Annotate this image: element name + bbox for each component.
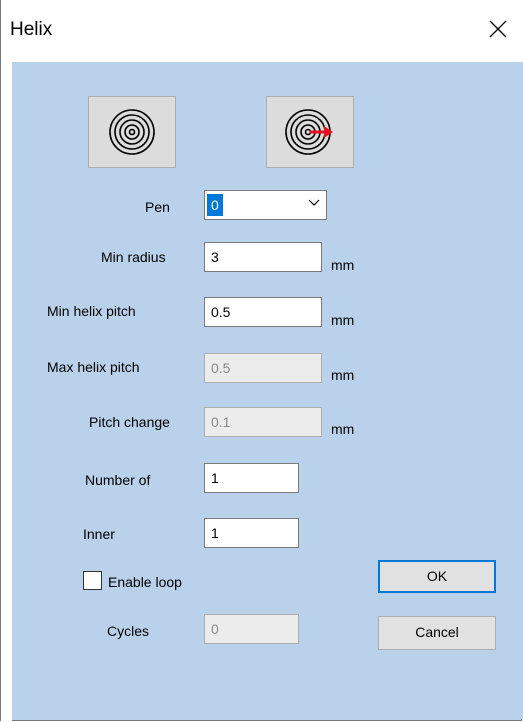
left-border <box>1 62 12 721</box>
pitch-change-field[interactable]: 0.1 <box>204 407 322 437</box>
inner-field[interactable]: 1 <box>204 518 299 548</box>
pen-value: 0 <box>207 194 223 216</box>
number-of-field[interactable]: 1 <box>204 463 299 493</box>
pitch-change-label: Pitch change <box>89 414 170 430</box>
max-helix-pitch-label: Max helix pitch <box>47 359 140 375</box>
pen-label: Pen <box>145 199 170 215</box>
min-helix-pitch-unit: mm <box>331 312 355 328</box>
pen-select[interactable]: 0 <box>204 190 327 220</box>
enable-loop-checkbox[interactable] <box>83 571 102 590</box>
cycles-label: Cycles <box>107 623 150 639</box>
cancel-button[interactable]: Cancel <box>378 616 496 650</box>
min-radius-field[interactable]: 3 <box>204 242 322 272</box>
min-helix-pitch-field[interactable]: 0.5 <box>204 297 322 327</box>
close-icon <box>489 20 507 38</box>
inner-label: Inner <box>83 526 115 542</box>
spiral-icon <box>109 109 155 155</box>
spiral-outward-button[interactable] <box>266 96 354 168</box>
window-title: Helix <box>10 19 53 40</box>
cycles-field[interactable]: 0 <box>204 614 299 644</box>
chevron-down-icon <box>308 199 320 206</box>
pitch-change-unit: mm <box>331 421 355 437</box>
min-radius-label: Min radius <box>101 249 166 265</box>
enable-loop-label[interactable]: Enable loop <box>108 574 182 590</box>
close-button[interactable] <box>475 8 521 50</box>
min-radius-unit: mm <box>331 257 355 273</box>
number-of-label: Number of <box>85 472 151 488</box>
min-helix-pitch-label: Min helix pitch <box>47 303 136 319</box>
ok-button[interactable]: OK <box>378 560 496 593</box>
title-bar: Helix <box>1 0 523 62</box>
max-helix-pitch-unit: mm <box>331 367 355 383</box>
max-helix-pitch-field[interactable]: 0.5 <box>204 353 322 383</box>
spiral-inward-button[interactable] <box>88 96 176 168</box>
spiral-outward-icon <box>285 109 333 155</box>
